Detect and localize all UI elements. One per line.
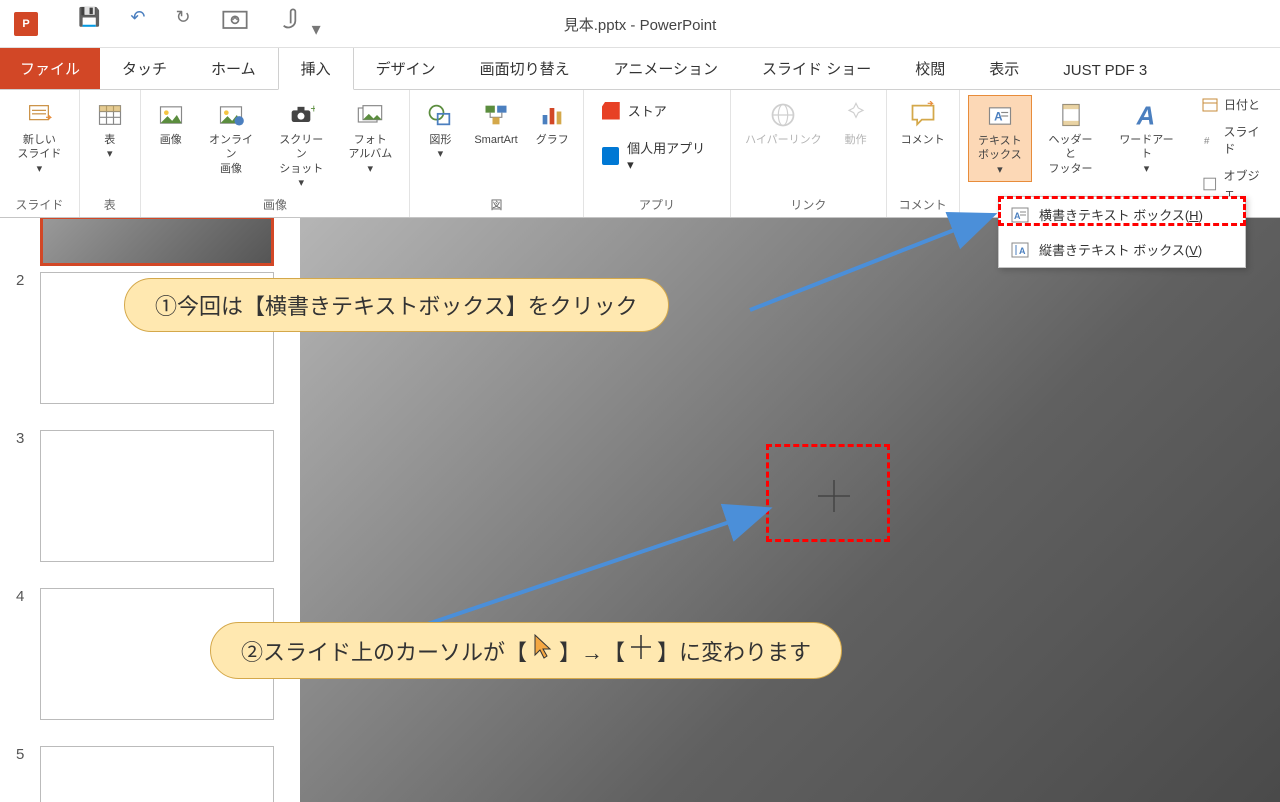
tab-file[interactable]: ファイル xyxy=(0,48,100,89)
group-label: アプリ xyxy=(592,194,722,215)
app-icon: P xyxy=(14,12,38,36)
quick-access-toolbar: 💾 ↶ ↻ ▾ xyxy=(78,7,321,40)
album-icon xyxy=(354,99,386,131)
new-slide-icon xyxy=(23,99,55,131)
tab-transitions[interactable]: 画面切り替え xyxy=(458,48,592,89)
thumb-number: 5 xyxy=(16,746,26,763)
ribbon-tabs: ファイル タッチ ホーム 挿入 デザイン 画面切り替え アニメーション スライド… xyxy=(0,48,1280,90)
svg-text:A: A xyxy=(1019,246,1026,256)
thumbnail-active[interactable] xyxy=(40,218,274,266)
tab-insert[interactable]: 挿入 xyxy=(278,47,354,90)
vertical-textbox-item[interactable]: A 縦書きテキスト ボックス(V) xyxy=(999,232,1245,267)
action-button: 動作 xyxy=(834,95,878,151)
group-label: 表 xyxy=(88,194,132,215)
store-icon xyxy=(602,102,620,120)
addin-icon xyxy=(602,147,619,165)
chart-button[interactable]: グラフ xyxy=(530,95,575,151)
smartart-icon xyxy=(480,99,512,131)
chart-icon xyxy=(536,99,568,131)
group-table: 表 ▾ 表 xyxy=(80,90,141,217)
datetime-button[interactable]: 日付と xyxy=(1202,96,1270,113)
tab-slideshow[interactable]: スライド ショー xyxy=(740,48,893,89)
screenshot-button[interactable]: + スクリーン ショット ▾ xyxy=(269,95,333,194)
table-icon xyxy=(94,99,126,131)
header-footer-button[interactable]: ヘッダーと フッター xyxy=(1038,95,1103,180)
touch-mode-icon[interactable]: ▾ xyxy=(279,7,321,40)
slidenum-button[interactable]: #スライド xyxy=(1202,123,1270,157)
arrow-to-dropdown xyxy=(740,210,1000,320)
tab-review[interactable]: 校閲 xyxy=(893,48,967,89)
shapes-icon xyxy=(424,99,456,131)
wordart-icon: A xyxy=(1130,99,1162,131)
present-icon[interactable] xyxy=(221,7,249,40)
thumbnail[interactable] xyxy=(40,430,274,562)
crosshair-on-canvas xyxy=(816,478,852,523)
svg-text:A: A xyxy=(1136,102,1156,129)
annotation-callout-2: ②スライド上のカーソルが【 】→【 】に変わります xyxy=(210,622,842,679)
tab-justpdf[interactable]: JUST PDF 3 xyxy=(1041,52,1169,89)
comment-button[interactable]: コメント xyxy=(895,95,951,151)
table-button[interactable]: 表 ▾ xyxy=(88,95,132,166)
highlight-box-dropdown xyxy=(998,196,1246,226)
group-label: スライド xyxy=(8,194,71,215)
group-images: 画像 オンライン 画像 + スクリーン ショット ▾ フォト アルバム ▾ 画像 xyxy=(141,90,411,217)
wordart-button[interactable]: A ワードアート ▾ xyxy=(1109,95,1184,180)
group-links: ハイパーリンク 動作 リンク xyxy=(731,90,887,217)
title-bar: P 💾 ↶ ↻ ▾ 見本.pptx - PowerPoint xyxy=(0,0,1280,48)
online-picture-icon xyxy=(215,99,247,131)
photo-album-button[interactable]: フォト アルバム ▾ xyxy=(339,95,401,180)
thumb-number: 2 xyxy=(16,272,26,289)
window-title: 見本.pptx - PowerPoint xyxy=(564,14,717,35)
comment-icon xyxy=(907,99,939,131)
arrow-cursor-icon xyxy=(531,633,555,668)
smartart-button[interactable]: SmartArt xyxy=(468,95,523,151)
picture-icon xyxy=(155,99,187,131)
thumbnail[interactable] xyxy=(40,746,274,802)
addins-button[interactable]: 個人用アプリ ▾ xyxy=(602,138,712,173)
annotation-callout-1: ①今回は【横書きテキストボックス】をクリック xyxy=(124,278,669,332)
undo-icon[interactable]: ↶ xyxy=(130,7,145,40)
hyperlink-button: ハイパーリンク xyxy=(739,95,828,151)
group-apps: ストア 個人用アプリ ▾ アプリ xyxy=(584,90,731,217)
hyperlink-icon xyxy=(767,99,799,131)
thumb-number: 4 xyxy=(16,588,26,605)
svg-text:+: + xyxy=(311,103,316,116)
svg-text:#: # xyxy=(1204,136,1210,147)
new-slide-button[interactable]: 新しい スライド ▾ xyxy=(8,95,71,180)
textbox-icon: A xyxy=(984,100,1016,132)
action-icon xyxy=(840,99,872,131)
crosshair-cursor-icon xyxy=(629,633,653,668)
arrow-to-crosshair xyxy=(400,500,780,640)
header-footer-icon xyxy=(1055,99,1087,131)
save-icon[interactable]: 💾 xyxy=(78,7,100,40)
tab-animations[interactable]: アニメーション xyxy=(592,48,740,89)
online-image-button[interactable]: オンライン 画像 xyxy=(199,95,264,180)
tab-home[interactable]: ホーム xyxy=(189,48,278,89)
textbox-button[interactable]: A テキスト ボックス ▾ xyxy=(968,95,1032,182)
tab-touch[interactable]: タッチ xyxy=(100,48,189,89)
redo-icon[interactable]: ↻ xyxy=(176,7,191,40)
tab-view[interactable]: 表示 xyxy=(967,48,1041,89)
group-slide: 新しい スライド ▾ スライド xyxy=(0,90,80,217)
image-button[interactable]: 画像 xyxy=(149,95,193,151)
tab-design[interactable]: デザイン xyxy=(354,48,458,89)
group-figures: 図形 ▾ SmartArt グラフ 図 xyxy=(410,90,583,217)
group-label: 図 xyxy=(418,194,574,215)
group-comment: コメント コメント xyxy=(887,90,960,217)
shapes-button[interactable]: 図形 ▾ xyxy=(418,95,462,166)
screenshot-icon: + xyxy=(285,99,317,131)
thumb-number: 3 xyxy=(16,430,26,447)
store-button[interactable]: ストア xyxy=(602,101,712,120)
group-label: 画像 xyxy=(149,194,402,215)
